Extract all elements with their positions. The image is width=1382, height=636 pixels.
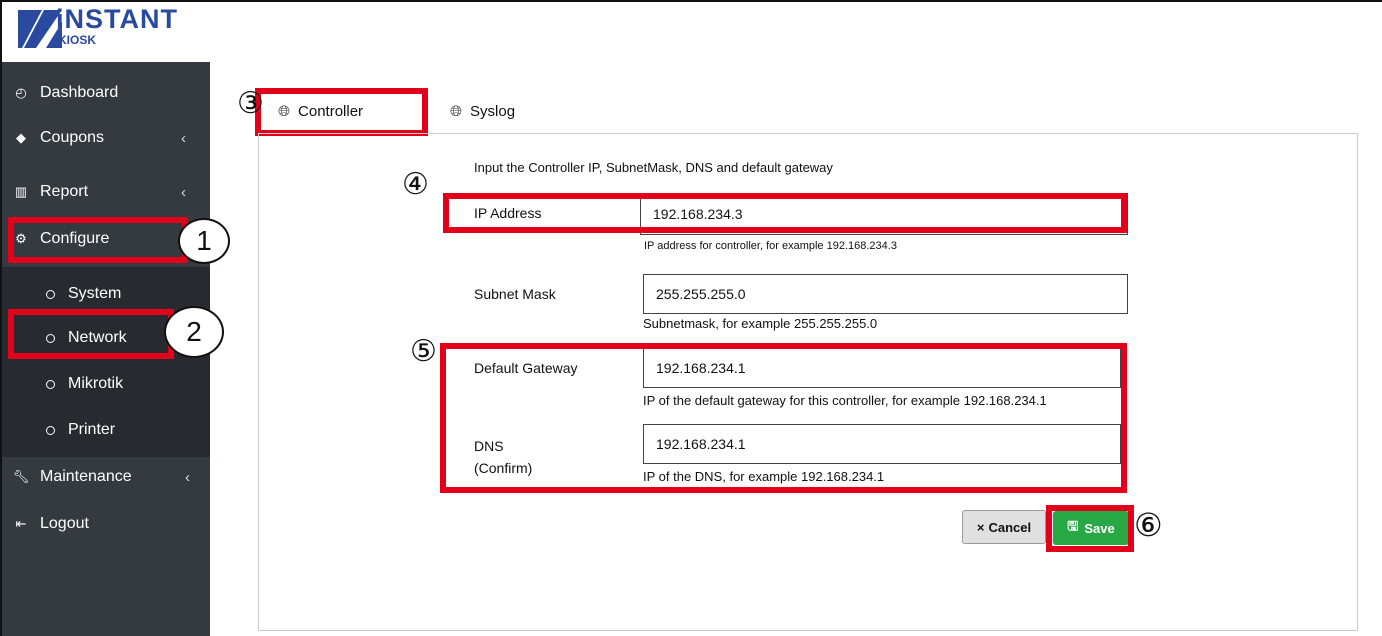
annotation-badge-4: ④ (402, 168, 429, 201)
sidebar-item-coupons[interactable]: ◆ Coupons ‹ (12, 120, 192, 156)
sidebar-subitem-label: System (68, 285, 122, 302)
sidebar-item-label: Logout (40, 515, 89, 532)
form-intro: Input the Controller IP, SubnetMask, DNS… (474, 160, 833, 175)
highlight-network (8, 309, 174, 359)
circle-icon (46, 379, 55, 389)
logout-icon: ⇤ (15, 516, 27, 531)
cancel-button[interactable]: × Cancel (962, 510, 1046, 544)
sidebar-subitem-mikrotik[interactable]: Mikrotik (46, 366, 123, 402)
highlight-configure (8, 217, 188, 263)
subnet-mask-label: Subnet Mask (474, 286, 556, 302)
subnet-mask-input[interactable]: 255.255.255.0 (643, 274, 1128, 314)
highlight-gateway-dns (440, 343, 1127, 493)
subnet-mask-help: Subnetmask, for example 255.255.255.0 (643, 316, 878, 331)
close-icon: × (976, 519, 985, 535)
chevron-left-icon: ‹ (181, 129, 186, 147)
sidebar-subitem-label: Printer (68, 421, 116, 438)
sidebar-item-report[interactable]: ▥ Report ‹ (12, 174, 192, 210)
bar-chart-icon: ▥ (14, 184, 28, 199)
annotation-badge-6: ⑥ (1134, 507, 1163, 543)
chevron-left-icon: ‹ (185, 468, 190, 486)
circle-icon (46, 289, 55, 299)
sidebar-item-label: Maintenance (40, 468, 132, 485)
brand-name: iNSTANT (56, 4, 178, 34)
annotation-badge-3: ③ (237, 87, 264, 120)
wrench-icon: 🔧︎ (12, 469, 30, 484)
sidebar-subitem-system[interactable]: System (46, 276, 121, 312)
chevron-left-icon: ‹ (181, 183, 186, 201)
gauge-icon: ◴ (15, 85, 27, 100)
sidebar-item-logout[interactable]: ⇤ Logout (12, 506, 192, 542)
sidebar-item-dashboard[interactable]: ◴ Dashboard (12, 75, 192, 111)
annotation-badge-2: 2 (164, 306, 224, 358)
sidebar-subitem-printer[interactable]: Printer (46, 412, 115, 448)
tab-label: Controller (298, 103, 364, 120)
cancel-label: Cancel (988, 519, 1032, 535)
annotation-badge-1: 1 (178, 218, 230, 264)
brand-sub: KIOSK (58, 33, 97, 47)
tab-controller[interactable]: 🌐︎ Controller (278, 103, 363, 120)
sidebar-subitem-label: Mikrotik (68, 375, 124, 392)
ip-address-help: IP address for controller, for example 1… (644, 240, 897, 252)
top-header (0, 0, 1382, 62)
tab-label: Syslog (470, 103, 516, 120)
highlight-save (1046, 505, 1134, 552)
globe-icon: 🌐︎ (278, 103, 291, 120)
sidebar-item-maintenance[interactable]: 🔧︎ Maintenance ‹ (12, 459, 192, 495)
annotation-badge-5: ⑤ (410, 335, 437, 368)
tag-icon: ◆ (16, 130, 26, 145)
sidebar-item-label: Dashboard (40, 84, 119, 101)
sidebar-item-label: Report (40, 183, 89, 200)
sidebar-item-label: Coupons (40, 129, 105, 146)
highlight-ip-address (443, 193, 1127, 233)
circle-icon (46, 425, 55, 435)
globe-icon: 🌐︎ (450, 103, 463, 120)
tab-syslog[interactable]: 🌐︎ Syslog (450, 103, 515, 120)
